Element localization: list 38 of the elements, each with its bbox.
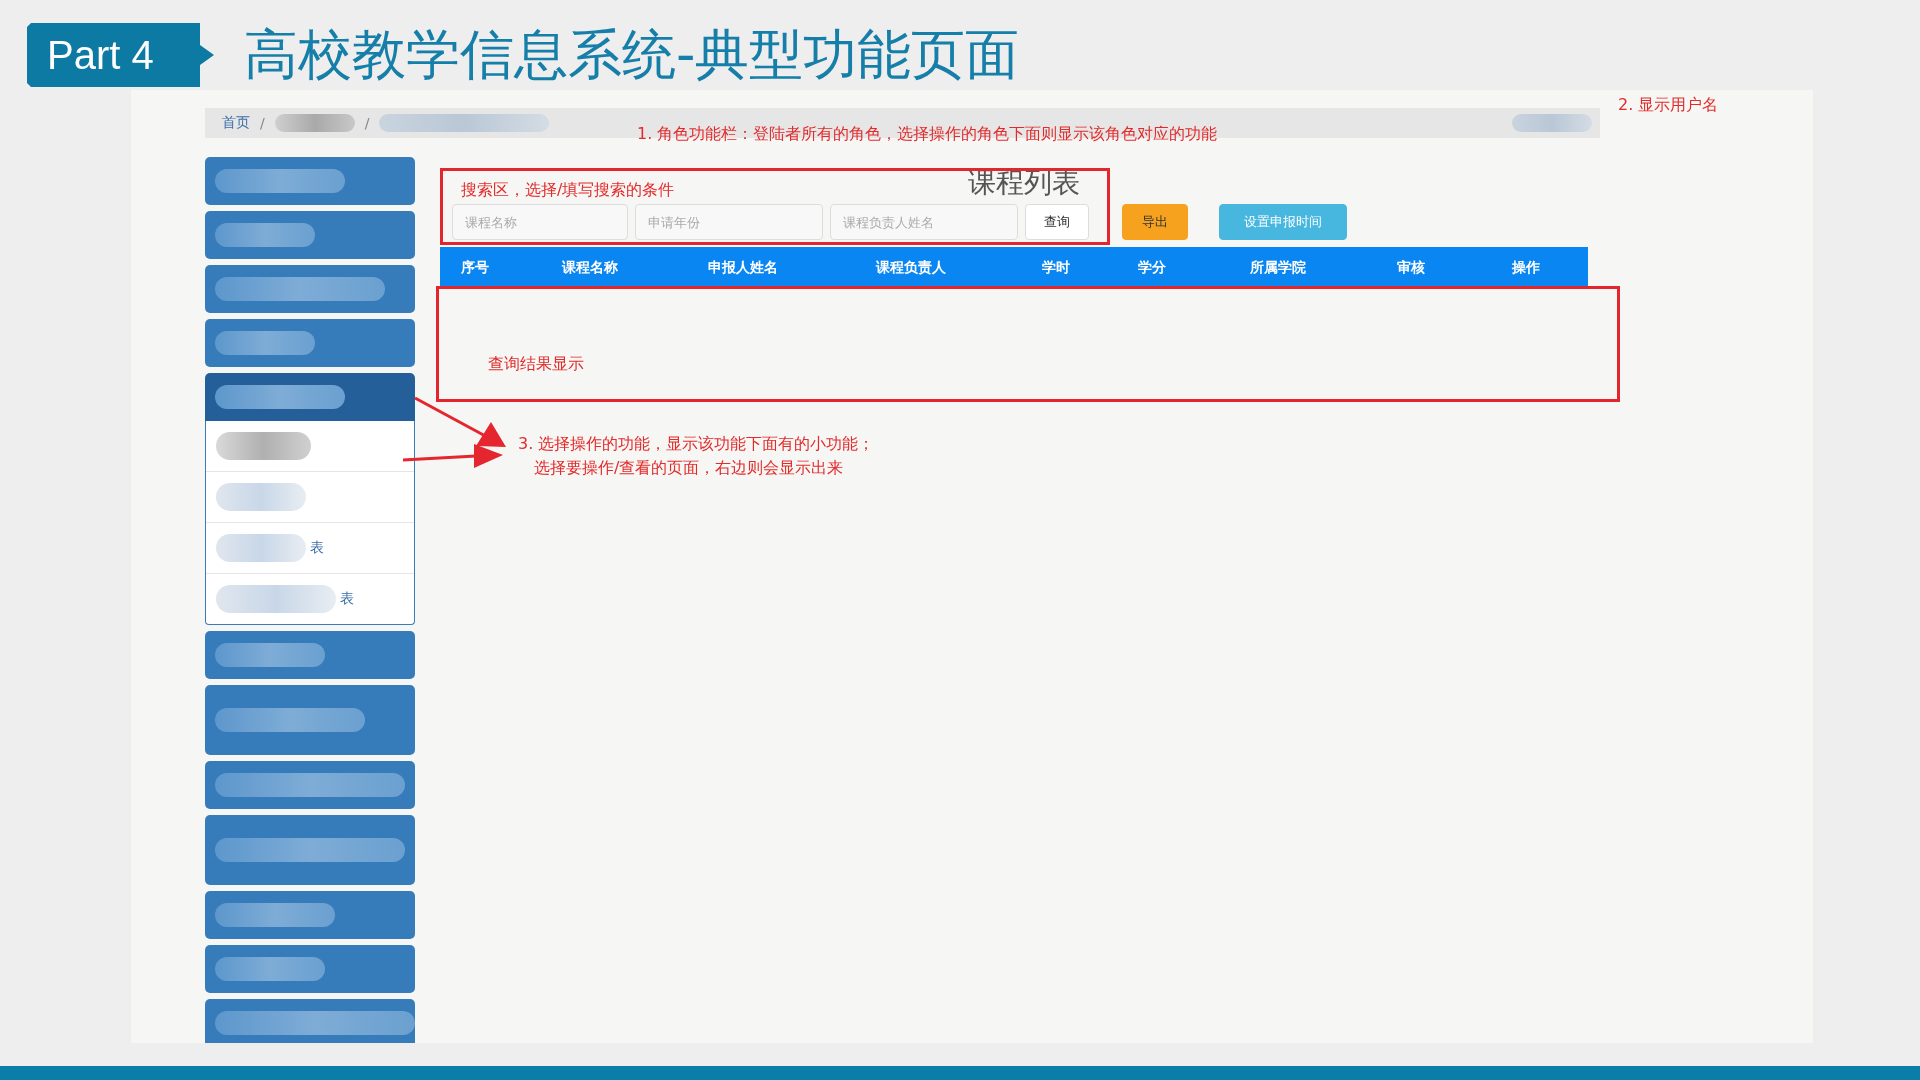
column-header: 操作 — [1511, 259, 1540, 277]
column-header: 申报人姓名 — [708, 259, 778, 277]
menu-item[interactable] — [205, 685, 415, 755]
column-header: 课程名称 — [562, 259, 618, 277]
column-header: 序号 — [461, 259, 489, 277]
menu-item[interactable] — [205, 265, 415, 313]
column-header: 所属学院 — [1250, 259, 1306, 277]
column-header: 审核 — [1396, 259, 1425, 277]
search-field[interactable]: 课程负责人姓名 — [830, 204, 1018, 240]
menu-item[interactable] — [205, 373, 415, 421]
annotation-text: 搜索区，选择/填写搜索的条件 — [461, 179, 675, 201]
search-button[interactable]: 查询 — [1025, 204, 1089, 240]
menu-item[interactable] — [205, 999, 415, 1043]
breadcrumb-link[interactable]: 首页 — [222, 114, 250, 132]
part-badge: Part 4 — [27, 23, 214, 87]
annotation-text: 2. 显示用户名 — [1618, 94, 1719, 116]
search-field[interactable]: 申请年份 — [635, 204, 823, 240]
menu-item[interactable] — [205, 761, 415, 809]
annotation-text: 1. 角色功能栏：登陆者所有的角色，选择操作的角色下面则显示该角色对应的功能 — [637, 123, 1218, 145]
search-field[interactable]: 课程名称 — [452, 204, 628, 240]
slide-title: 高校教学信息系统-典型功能页面 — [244, 21, 1020, 88]
column-header: 学时 — [1042, 259, 1070, 277]
breadcrumb-separator: / — [260, 115, 265, 131]
menu-item[interactable] — [205, 631, 415, 679]
annotation-text: 查询结果显示 — [488, 353, 584, 375]
menu-item[interactable] — [205, 211, 415, 259]
annotation-text: 3. 选择操作的功能，显示该功能下面有的小功能； 选择要操作/查看的页面，右边则会显示出来 — [518, 433, 875, 479]
submenu-item[interactable]: 表 — [206, 523, 414, 574]
column-header: 学分 — [1138, 259, 1166, 277]
column-header: 课程负责人 — [876, 259, 946, 277]
menu-item[interactable] — [205, 891, 415, 939]
menu-item[interactable] — [205, 319, 415, 367]
menu-item[interactable] — [205, 157, 415, 205]
menu-item[interactable] — [205, 815, 415, 885]
menu-item[interactable] — [205, 945, 415, 993]
breadcrumb-separator: / — [364, 115, 370, 131]
export-button[interactable]: 导出 — [1122, 204, 1188, 240]
submenu-item[interactable]: 表 — [206, 574, 414, 624]
